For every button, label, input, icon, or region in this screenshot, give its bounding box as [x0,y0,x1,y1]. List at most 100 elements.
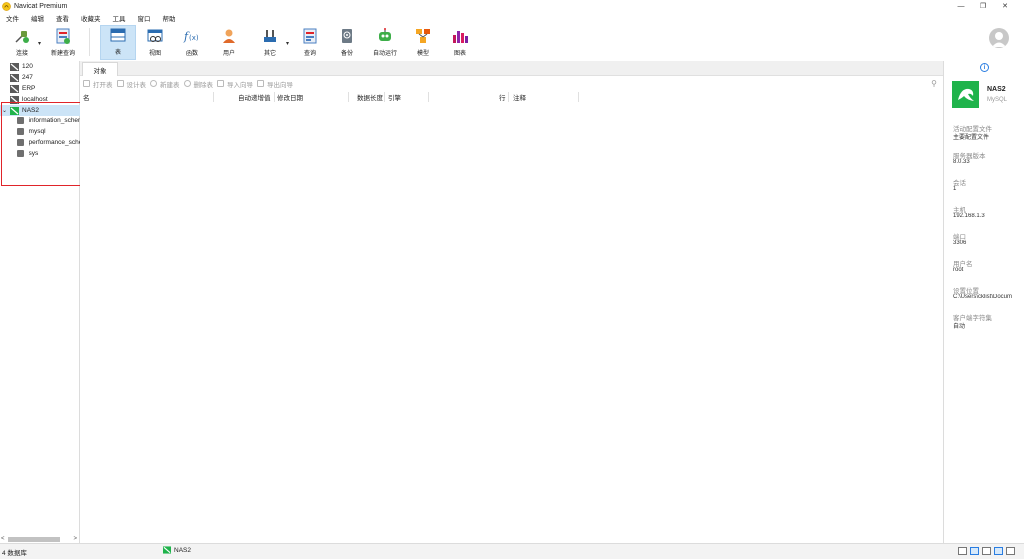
window-title: Navicat Premium [14,2,68,10]
info-field: 端口 3306 [953,231,1024,249]
info-icon[interactable]: i [980,63,989,72]
info-field-value: 自动 [953,324,966,330]
chart-label: 图表 [453,51,466,57]
column-modified-header[interactable]: 修改日期 [277,91,303,102]
model-button[interactable]: 模型 [410,25,436,60]
highlight-annotation-box [1,102,87,186]
other-label: 其它 [263,51,276,57]
connection-icon [10,73,19,82]
open-table-button[interactable]: 打开表 [83,79,113,89]
list-view-icon[interactable] [970,547,979,555]
column-divider[interactable] [213,92,214,102]
connection-item[interactable]: ERP [0,83,80,94]
search-icon[interactable]: ⚲ [931,79,937,88]
import-wizard-button[interactable]: 导入向导 [217,79,253,89]
tab-objects[interactable]: 对象 [82,62,118,76]
column-auto-increment-header[interactable]: 自动递增值 [238,91,271,102]
function-button[interactable]: f (x) 函数 [179,25,205,60]
info-field-label: 设置位置 [953,288,979,295]
connection-item[interactable]: 247 [0,72,80,83]
close-button[interactable]: ✕ [994,0,1016,12]
query-icon [301,27,319,45]
maximize-button[interactable]: ❐ [972,0,994,12]
layout-toggle-icon[interactable] [1006,547,1015,555]
scrollbar-thumb[interactable] [8,536,60,542]
user-label: 用户 [222,51,235,57]
column-engine-header[interactable]: 引擎 [388,91,401,102]
status-bar: 4 数据库 NAS2 [0,543,1024,559]
sidebar-horizontal-scrollbar[interactable]: < > [0,535,79,543]
delete-table-label: 删除表 [193,81,214,89]
column-divider[interactable] [428,92,429,102]
scroll-left-arrow[interactable]: < [1,536,5,542]
column-divider[interactable] [578,92,579,102]
column-divider[interactable] [508,92,509,102]
menu-favorites[interactable]: 收藏夹 [75,13,107,23]
user-avatar[interactable] [989,28,1009,48]
menu-view[interactable]: 查看 [50,13,75,23]
other-dropdown-icon[interactable]: ▾ [286,40,289,47]
info-field-value: 192.168.1.3 [953,213,985,219]
column-divider[interactable] [274,92,275,102]
grid-view-icon[interactable] [958,547,967,555]
backup-button[interactable]: 备份 [334,25,360,60]
view-label: 视图 [148,51,161,57]
backup-label: 备份 [340,51,353,57]
connection-icon [10,62,19,71]
column-divider[interactable] [384,92,385,102]
chart-button[interactable]: 图表 [447,25,473,60]
export-wizard-button[interactable]: 导出向导 [257,79,293,89]
info-field: 活动配置文件 主要配置文件 [953,123,1024,141]
database-count: 4 数据库 [2,550,27,557]
object-pane: 对象 打开表 设计表 新建表 删除表 导入向导 导出向导 ⚲ 名 自动递增值 修… [80,61,943,543]
info-field-label: 服务器版本 [953,153,986,160]
connect-button[interactable]: 连接 ▾ [8,25,41,60]
main-toolbar: 连接 ▾ 新建查询 表 视图 f (x) 函数 用户 其它 ▾ 查询 备份 自动… [0,24,1024,61]
automation-button[interactable]: 自动运行 [368,25,402,60]
info-panel-toggle-icon[interactable] [994,547,1003,555]
table-label: 表 [114,50,121,56]
info-field-label: 用户名 [953,261,973,268]
menu-help[interactable]: 帮助 [157,13,182,23]
function-label: 函数 [185,51,198,57]
info-field: 用户名 root [953,258,1024,276]
connection-item[interactable]: 120 [0,61,80,72]
export-wizard-label: 导出向导 [267,81,293,89]
new-table-button[interactable]: 新建表 [150,79,180,89]
info-field: 主机 192.168.1.3 [953,204,1024,222]
menu-tools[interactable]: 工具 [107,13,132,23]
user-button[interactable]: 用户 [216,25,242,60]
detail-view-icon[interactable] [982,547,991,555]
minimize-button[interactable]: — [950,0,972,12]
toolbar-separator [89,28,90,56]
menu-file[interactable]: 文件 [0,13,25,23]
info-field-value: 1 [953,186,957,192]
mysql-connection-icon [163,546,171,554]
query-button[interactable]: 查询 [297,25,323,60]
table-icon [109,26,127,44]
column-name-header[interactable]: 名 [83,91,90,102]
plug-icon [13,27,31,45]
info-field-value: 8.0.33 [953,159,970,165]
svg-text:(x): (x) [189,34,199,42]
query-label: 查询 [303,51,316,57]
info-field-label: 活动配置文件 [953,126,992,133]
connection-label: 120 [22,63,33,70]
view-icon [146,27,164,45]
menu-edit[interactable]: 编辑 [25,13,50,23]
delete-table-button[interactable]: 删除表 [183,79,214,89]
menu-window[interactable]: 窗口 [132,13,157,23]
column-divider[interactable] [348,92,349,102]
connect-dropdown-icon[interactable]: ▾ [38,40,41,47]
column-comment-header[interactable]: 注释 [513,91,526,102]
new-query-button[interactable]: 新建查询 [48,25,78,60]
navicat-logo-icon [2,1,11,11]
other-button[interactable]: 其它 ▾ [256,25,289,60]
design-table-button[interactable]: 设计表 [116,79,146,89]
scroll-right-arrow[interactable]: > [73,536,77,542]
view-mode-switcher [958,547,1018,555]
column-rows-header[interactable]: 行 [499,91,506,102]
column-data-length-header[interactable]: 数据长度 [357,91,383,102]
view-button[interactable]: 视图 [142,25,168,60]
table-button[interactable]: 表 [100,25,136,60]
